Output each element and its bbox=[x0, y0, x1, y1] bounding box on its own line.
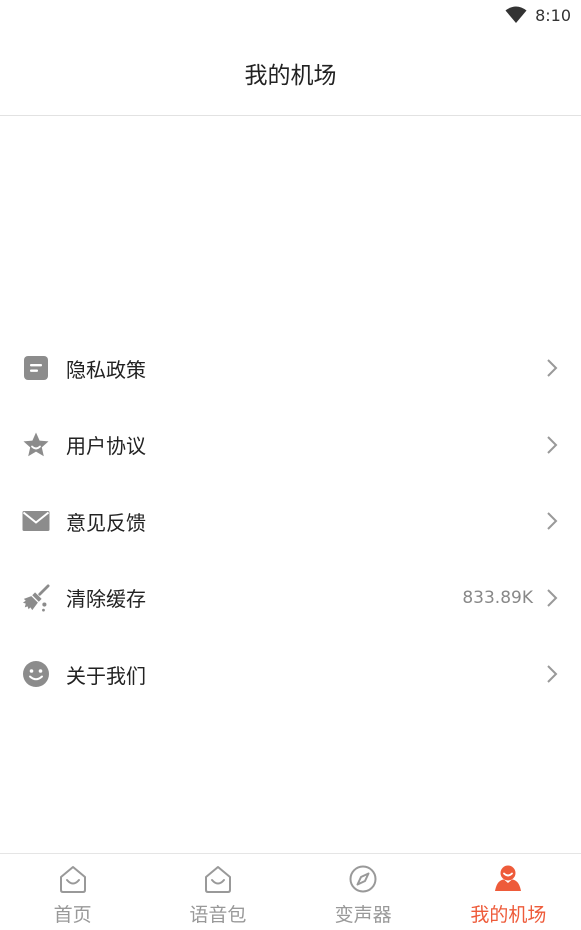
tab-my-airport[interactable]: 我的机场 bbox=[436, 854, 581, 930]
tab-label: 我的机场 bbox=[470, 904, 547, 926]
menu-item-feedback[interactable]: 意见反馈 bbox=[0, 483, 581, 560]
mail-icon bbox=[22, 507, 50, 535]
menu-item-about-us[interactable]: 关于我们 bbox=[0, 636, 581, 713]
voice-pack-icon bbox=[204, 866, 231, 893]
menu-item-clear-cache[interactable]: 清除缓存 833.89K bbox=[0, 560, 581, 637]
menu-label: 清除缓存 bbox=[66, 587, 146, 612]
broom-icon bbox=[22, 584, 50, 612]
menu-label: 隐私政策 bbox=[66, 357, 146, 382]
bottom-tab-bar: 首页 语音包 变声器 我的机场 bbox=[0, 853, 581, 930]
header: 我的机场 bbox=[0, 30, 581, 116]
status-time: 8:10 bbox=[535, 5, 571, 25]
wifi-icon bbox=[505, 6, 527, 23]
menu-item-user-agreement[interactable]: 用户协议 bbox=[0, 407, 581, 484]
smiley-icon bbox=[22, 660, 50, 688]
status-bar: 8:10 bbox=[0, 0, 581, 30]
profile-icon bbox=[495, 865, 522, 891]
menu-item-privacy-policy[interactable]: 隐私政策 bbox=[0, 330, 581, 407]
menu-label: 意见反馈 bbox=[66, 510, 146, 535]
chevron-right-icon bbox=[547, 359, 558, 377]
chevron-right-icon bbox=[547, 436, 558, 454]
document-icon bbox=[22, 354, 50, 382]
page-title: 我的机场 bbox=[244, 62, 337, 89]
chevron-right-icon bbox=[547, 589, 558, 607]
home-icon bbox=[59, 866, 86, 893]
compass-icon bbox=[349, 865, 377, 893]
tab-label: 首页 bbox=[53, 904, 92, 926]
settings-menu: 隐私政策 用户协议 意见反馈 清除缓存 833.89K 关于我们 bbox=[0, 330, 581, 713]
chevron-right-icon bbox=[547, 512, 558, 530]
chevron-right-icon bbox=[547, 665, 558, 683]
menu-label: 关于我们 bbox=[66, 663, 146, 688]
tab-label: 语音包 bbox=[189, 904, 247, 926]
star-icon bbox=[22, 431, 50, 459]
tab-voice-pack[interactable]: 语音包 bbox=[145, 854, 290, 930]
tab-label: 变声器 bbox=[334, 904, 392, 926]
tab-home[interactable]: 首页 bbox=[0, 854, 145, 930]
screen: 8:10 我的机场 隐私政策 用户协议 意见反馈 清除缓存 833.89K 关于… bbox=[0, 0, 581, 930]
menu-label: 用户协议 bbox=[66, 434, 146, 459]
cache-size-value: 833.89K bbox=[462, 587, 533, 608]
tab-voice-changer[interactable]: 变声器 bbox=[291, 854, 436, 930]
